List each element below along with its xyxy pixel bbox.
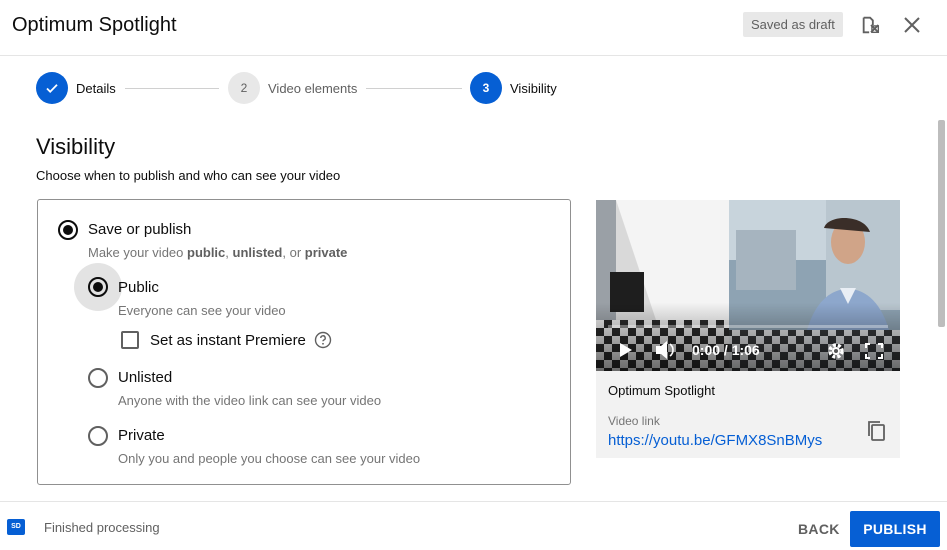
desc-text: Make your video [88, 245, 187, 260]
step-label: Visibility [510, 80, 557, 96]
save-or-publish-description: Make your video public, unlisted, or pri… [88, 245, 347, 260]
video-preview-card: 0:00 / 1:06 Optimum Spotlight Video link… [596, 200, 900, 458]
save-or-publish-panel: Save or publish Make your video public, … [37, 199, 571, 485]
save-or-publish-radio[interactable] [58, 220, 78, 240]
step-connector [366, 88, 462, 89]
instant-premiere-label[interactable]: Set as instant Premiere [150, 332, 306, 349]
video-player[interactable]: 0:00 / 1:06 [596, 200, 900, 371]
scrollbar-thumb[interactable] [938, 120, 945, 327]
back-button[interactable]: BACK [786, 511, 852, 547]
desc-text: , [225, 245, 233, 260]
progress-stepper: Details 2 Video elements 3 Visibility [36, 72, 596, 106]
save-or-publish-label[interactable]: Save or publish [88, 221, 191, 238]
sd-quality-icon: SD [7, 519, 25, 535]
step-number: 2 [228, 72, 260, 104]
dialog-footer: SD Finished processing BACK PUBLISH [0, 501, 947, 550]
copy-icon[interactable] [864, 419, 888, 443]
step-visibility[interactable]: 3 Visibility [470, 72, 557, 104]
step-label: Details [76, 80, 116, 96]
video-link[interactable]: https://youtu.be/GFMX8SnBMys [608, 432, 822, 449]
unlisted-description: Anyone with the video link can see your … [118, 393, 382, 408]
section-title: Visibility [36, 134, 116, 159]
step-details[interactable]: Details [36, 72, 116, 104]
upload-dialog: Optimum Spotlight Saved as draft Details [0, 0, 947, 550]
public-description: Everyone can see your video [118, 303, 286, 318]
processing-status: Finished processing [44, 520, 160, 535]
step-number: 3 [470, 72, 502, 104]
video-time: 0:00 / 1:06 [692, 342, 760, 358]
publish-button[interactable]: PUBLISH [850, 511, 940, 547]
private-description: Only you and people you choose can see y… [118, 451, 421, 466]
public-label[interactable]: Public [118, 279, 159, 296]
step-video-elements[interactable]: 2 Video elements [228, 72, 357, 104]
unlisted-label[interactable]: Unlisted [118, 369, 172, 386]
instant-premiere-checkbox[interactable] [121, 331, 139, 349]
close-icon[interactable] [899, 12, 925, 38]
unlisted-radio[interactable] [88, 368, 108, 388]
desc-text: , or [282, 245, 305, 260]
private-radio[interactable] [88, 426, 108, 446]
feedback-icon[interactable] [858, 12, 884, 38]
dialog-title: Optimum Spotlight [12, 14, 177, 36]
help-icon[interactable] [314, 331, 332, 349]
dialog-header: Optimum Spotlight Saved as draft [0, 0, 947, 56]
video-title: Optimum Spotlight [608, 383, 715, 398]
video-link-label: Video link [608, 414, 660, 428]
section-description: Choose when to publish and who can see y… [36, 168, 341, 183]
desc-public: public [187, 245, 226, 260]
check-icon [36, 72, 68, 104]
private-label[interactable]: Private [118, 427, 165, 444]
step-label: Video elements [268, 80, 358, 96]
desc-private: private [304, 245, 348, 260]
desc-unlisted: unlisted [232, 245, 283, 260]
draft-status-badge: Saved as draft [743, 12, 843, 37]
step-connector [125, 88, 219, 89]
public-radio[interactable] [88, 277, 108, 297]
